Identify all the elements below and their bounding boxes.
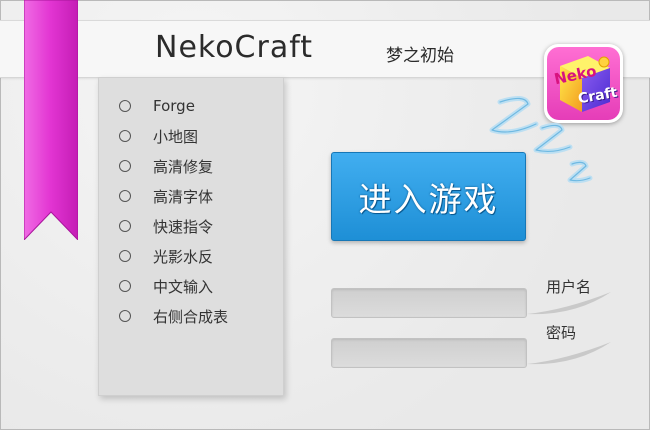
radio-button[interactable]	[119, 160, 131, 172]
radio-button[interactable]	[119, 130, 131, 142]
app-subtitle: 梦之初始	[386, 46, 454, 66]
radio-button[interactable]	[119, 280, 131, 292]
password-field[interactable]	[331, 338, 527, 368]
radio-button[interactable]	[119, 100, 131, 112]
option-forge[interactable]: Forge	[119, 96, 195, 116]
radio-button[interactable]	[119, 250, 131, 262]
radio-button[interactable]	[119, 220, 131, 232]
username-swoosh-decoration	[527, 292, 611, 315]
bookmark-ribbon-icon	[24, 0, 78, 240]
option-label: Forge	[153, 97, 195, 115]
play-button[interactable]: 进入游戏	[331, 152, 526, 241]
option-hd-fix[interactable]: 高清修复	[119, 156, 213, 176]
option-hd-font[interactable]: 高清字体	[119, 186, 213, 206]
option-label: 小地图	[153, 127, 199, 146]
username-field[interactable]	[331, 288, 527, 318]
option-chinese-input[interactable]: 中文输入	[119, 276, 213, 296]
option-quick-commands[interactable]: 快速指令	[119, 216, 213, 236]
option-label: 快速指令	[153, 217, 214, 236]
radio-button[interactable]	[119, 310, 131, 322]
password-swoosh-decoration	[527, 342, 611, 365]
option-label: 高清字体	[153, 187, 214, 206]
radio-button[interactable]	[119, 190, 131, 202]
option-label: 高清修复	[153, 157, 214, 176]
option-crafting-table[interactable]: 右侧合成表	[119, 306, 228, 326]
option-label: 光影水反	[153, 247, 214, 266]
option-shaders[interactable]: 光影水反	[119, 246, 213, 266]
option-label: 右侧合成表	[153, 307, 229, 326]
option-minimap[interactable]: 小地图	[119, 126, 198, 146]
option-label: 中文输入	[153, 277, 214, 296]
play-button-label: 进入游戏	[358, 179, 499, 219]
app-title: NekoCraft	[155, 30, 314, 65]
